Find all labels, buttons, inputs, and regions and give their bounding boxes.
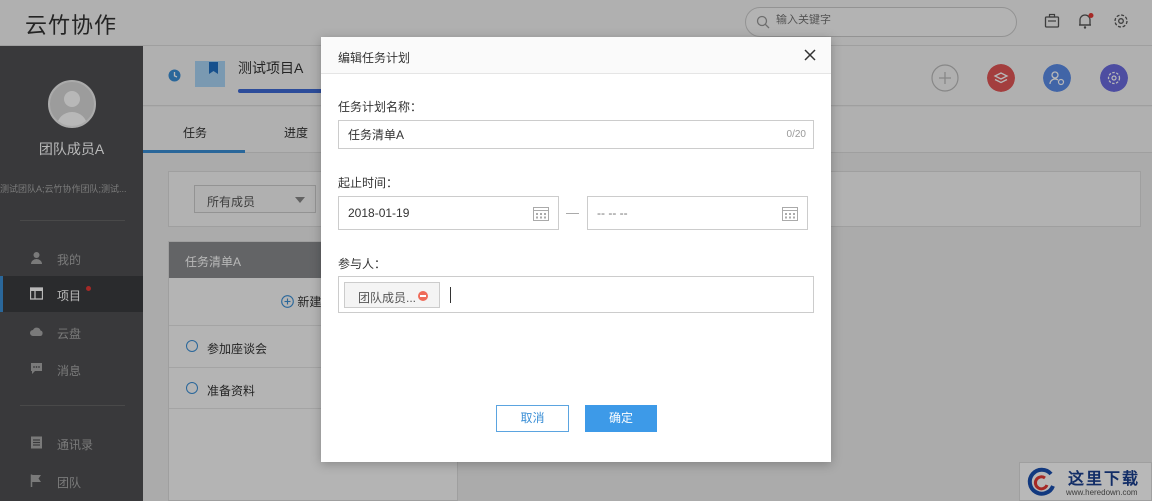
confirm-button[interactable]: 确定	[585, 405, 657, 432]
date-range-separator	[566, 213, 579, 214]
participant-tag: 团队成员...	[344, 282, 440, 308]
name-label: 任务计划名称：	[338, 100, 423, 114]
plan-name-field[interactable]: 0/20	[338, 120, 814, 149]
dialog-header: 编辑任务计划	[321, 37, 831, 74]
participants-label: 参与人：	[338, 257, 387, 271]
calendar-icon[interactable]	[782, 206, 798, 221]
dialog-title: 编辑任务计划	[338, 51, 411, 65]
end-date-field[interactable]	[587, 196, 808, 230]
participant-name: 团队成员...	[358, 291, 417, 305]
cancel-button[interactable]: 取消	[496, 405, 569, 432]
end-date-input[interactable]	[597, 206, 767, 220]
remove-icon[interactable]	[418, 291, 428, 301]
participants-field[interactable]: 团队成员...	[338, 276, 814, 313]
date-label: 起止时间：	[338, 176, 399, 190]
calendar-icon[interactable]	[533, 206, 549, 221]
plan-name-input[interactable]	[348, 127, 768, 141]
close-icon[interactable]	[803, 48, 817, 62]
edit-task-plan-dialog: 编辑任务计划 任务计划名称： 0/20 起止时间： 参与人： 团队成员... 取…	[321, 37, 831, 462]
start-date-field[interactable]	[338, 196, 559, 230]
start-date-input[interactable]	[348, 206, 518, 220]
char-counter: 0/20	[786, 129, 806, 140]
text-cursor	[450, 287, 451, 303]
